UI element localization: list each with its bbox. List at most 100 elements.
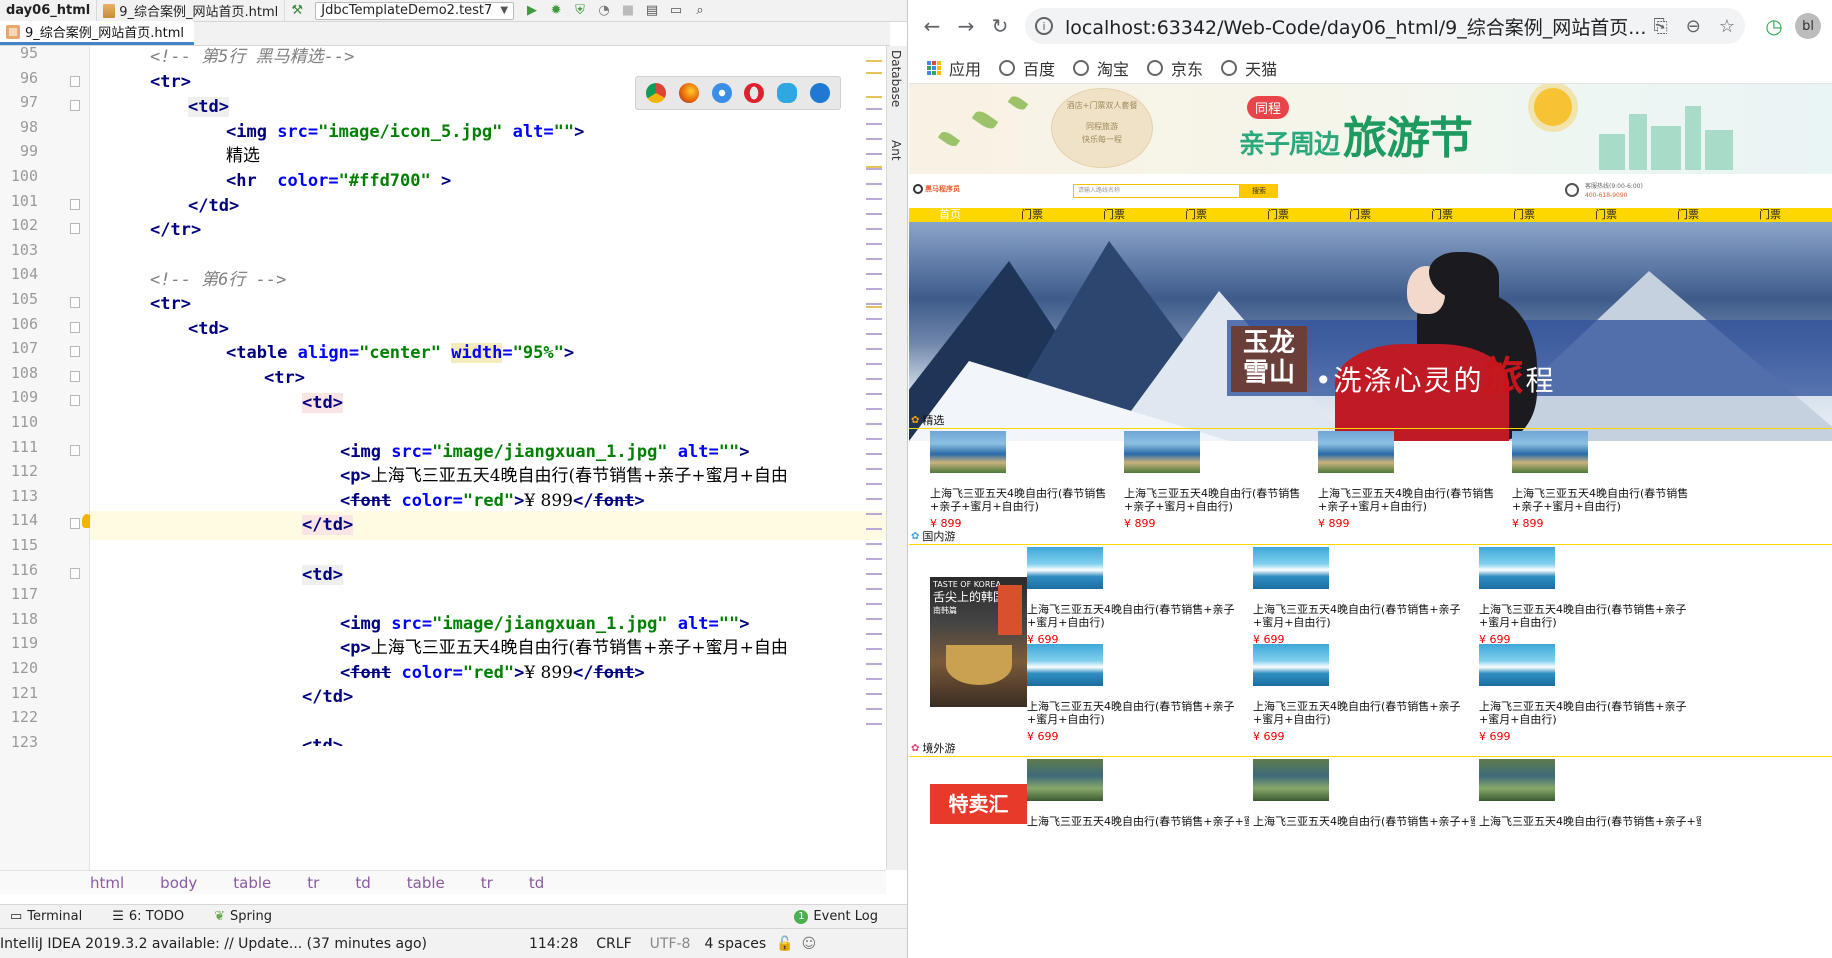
build-hammer-icon[interactable]: ⚒ xyxy=(286,0,308,21)
hero-banner[interactable]: 玉龙雪山 •洗涤心灵的旅程 xyxy=(909,222,1832,441)
terminal-tab[interactable]: ▭ Terminal xyxy=(10,909,82,924)
fold-marker-icon[interactable] xyxy=(70,518,80,530)
bookmark-baidu[interactable]: 百度 xyxy=(999,56,1055,80)
breadcrumb-item[interactable]: body xyxy=(160,874,197,892)
product-title[interactable]: 上海飞三亚五天4晚自由行(春节销售+亲子+蜜月+自由行) xyxy=(1253,700,1475,726)
product-title[interactable]: 上海飞三亚五天4晚自由行(春节销售+亲子+蜜月 xyxy=(1027,815,1249,828)
product-title[interactable]: 上海飞三亚五天4晚自由行(春节销售+亲子+蜜月+自由行) xyxy=(1124,487,1318,513)
nav-item-ticket[interactable]: 门票 xyxy=(1483,208,1565,222)
todo-tab[interactable]: ☰ 6: TODO xyxy=(112,909,184,924)
info-icon[interactable]: i xyxy=(1035,17,1053,35)
run-icon[interactable]: ▶ xyxy=(521,0,543,21)
project-crumb[interactable]: day06_html xyxy=(0,0,98,21)
product-card[interactable]: 上海飞三亚五天4晚自由行(春节销售+亲子+蜜月+自由行) ¥ 699 xyxy=(1479,547,1701,646)
nav-item-ticket[interactable]: 门票 xyxy=(1319,208,1401,222)
safari-icon[interactable] xyxy=(711,83,732,103)
product-image[interactable] xyxy=(1479,547,1555,589)
product-image[interactable] xyxy=(930,431,1006,473)
fold-marker-icon[interactable] xyxy=(70,75,80,87)
bookmark-tmall[interactable]: 天猫 xyxy=(1221,56,1277,80)
ant-tool-tab[interactable]: Ant xyxy=(889,140,903,161)
product-image[interactable] xyxy=(1124,431,1200,473)
bookmark-apps[interactable]: 应用 xyxy=(927,56,981,80)
breadcrumb-item[interactable]: tr xyxy=(481,874,493,892)
profile-icon[interactable]: ◔ xyxy=(593,0,615,21)
forward-arrow-icon[interactable]: → xyxy=(949,9,983,43)
profile-avatar[interactable]: bl xyxy=(1795,13,1821,39)
search-button[interactable]: 搜索 xyxy=(1240,184,1278,198)
nav-home[interactable]: 首页 xyxy=(909,208,991,222)
product-image[interactable] xyxy=(1027,759,1103,801)
nav-item-ticket[interactable]: 门票 xyxy=(1237,208,1319,222)
product-title[interactable]: 上海飞三亚五天4晚自由行(春节销售+亲子+蜜月+自由行) xyxy=(1253,603,1475,629)
product-title[interactable]: 上海飞三亚五天4晚自由行(春节销售+亲子+蜜月 xyxy=(1253,815,1475,828)
product-title[interactable]: 上海飞三亚五天4晚自由行(春节销售+亲子+蜜月+自由行) xyxy=(1512,487,1706,513)
fold-marker-icon[interactable] xyxy=(70,395,80,407)
bookmark-jd[interactable]: 京东 xyxy=(1147,56,1203,80)
nav-item-ticket[interactable]: 门票 xyxy=(1647,208,1729,222)
product-card[interactable]: 上海飞三亚五天4晚自由行(春节销售+亲子+蜜月+自由行) ¥ 899 xyxy=(1318,431,1512,530)
spring-tab[interactable]: ❦ Spring xyxy=(214,909,272,924)
bookmark-star-icon[interactable]: ☆ xyxy=(1719,16,1735,37)
firefox-icon[interactable] xyxy=(678,83,699,103)
breadcrumb-item[interactable]: tr xyxy=(307,874,319,892)
korea-food-ad[interactable]: TASTE OF KOREA 舌尖上的韩国 南韩篇 xyxy=(930,577,1027,707)
bookmark-taobao[interactable]: 淘宝 xyxy=(1073,56,1129,80)
edge-icon[interactable] xyxy=(809,83,830,103)
ie-icon[interactable] xyxy=(776,83,797,103)
back-arrow-icon[interactable]: ← xyxy=(915,9,949,43)
route-search-input[interactable]: 请输入路线名称 xyxy=(1073,184,1240,198)
fold-marker-icon[interactable] xyxy=(70,370,80,382)
address-bar[interactable]: i localhost:63342/Web-Code/day06_html/9_… xyxy=(1025,8,1745,44)
product-title[interactable]: 上海飞三亚五天4晚自由行(春节销售+亲子+蜜月+自由行) xyxy=(1318,487,1512,513)
nav-item-ticket[interactable]: 门票 xyxy=(1401,208,1483,222)
breadcrumb-item[interactable]: table xyxy=(407,874,445,892)
chrome-icon[interactable] xyxy=(646,83,667,103)
product-image[interactable] xyxy=(1027,644,1103,686)
inspector-icon[interactable]: ☺ xyxy=(802,936,817,952)
nav-item-ticket[interactable]: 门票 xyxy=(1729,208,1811,222)
lock-icon[interactable]: 🔓 xyxy=(776,936,793,952)
fold-marker-icon[interactable] xyxy=(70,297,80,308)
fold-marker-icon[interactable] xyxy=(70,223,80,235)
fold-marker-icon[interactable] xyxy=(70,346,80,358)
product-image[interactable] xyxy=(1479,644,1555,686)
product-title[interactable]: 上海飞三亚五天4晚自由行(春节销售+亲子+蜜月+自由行) xyxy=(1479,700,1701,726)
product-card[interactable]: 上海飞三亚五天4晚自由行(春节销售+亲子+蜜月 xyxy=(1479,759,1701,828)
breadcrumb-item[interactable]: td xyxy=(355,874,370,892)
product-card[interactable]: 上海飞三亚五天4晚自由行(春节销售+亲子+蜜月+自由行) ¥ 699 xyxy=(1253,547,1475,646)
stop-icon[interactable]: ■ xyxy=(617,0,639,21)
event-log-tab[interactable]: 1 Event Log xyxy=(794,909,878,924)
product-image[interactable] xyxy=(1318,431,1394,473)
fold-marker-icon[interactable] xyxy=(70,567,80,579)
file-crumb[interactable]: 9_综合案例_网站首页.html xyxy=(97,0,286,21)
caret-position[interactable]: 114:28 xyxy=(529,936,578,952)
top-ad-banner[interactable]: 酒店+门票双人套餐 同程旅游 快乐每一程 同程 亲子周边旅游节 xyxy=(909,84,1832,174)
product-card[interactable]: 上海飞三亚五天4晚自由行(春节销售+亲子+蜜月+自由行) ¥ 899 xyxy=(930,431,1124,530)
project-structure-icon[interactable]: ▤ xyxy=(641,0,663,21)
product-title[interactable]: 上海飞三亚五天4晚自由行(春节销售+亲子+蜜月+自由行) xyxy=(1027,700,1249,726)
translate-icon[interactable]: ⎘ xyxy=(1653,16,1667,37)
nav-item-ticket[interactable]: 门票 xyxy=(1565,208,1647,222)
product-title[interactable]: 上海飞三亚五天4晚自由行(春节销售+亲子+蜜月 xyxy=(1479,815,1701,828)
terminal-window-icon[interactable]: ▭ xyxy=(665,0,687,21)
fold-marker-icon[interactable] xyxy=(70,321,80,333)
product-image[interactable] xyxy=(1253,644,1329,686)
product-image[interactable] xyxy=(1253,759,1329,801)
code-editor[interactable]: <!-- 第5行 黑马精选--> <tr> <td> <img src="ima… xyxy=(90,46,886,870)
extension-timer-icon[interactable]: ◷ xyxy=(1757,9,1791,43)
nav-item-ticket[interactable]: 门票 xyxy=(1155,208,1237,222)
product-card[interactable]: 上海飞三亚五天4晚自由行(春节销售+亲子+蜜月+自由行) ¥ 899 xyxy=(1512,431,1706,530)
breadcrumb-item[interactable]: td xyxy=(529,874,544,892)
indent-setting[interactable]: 4 spaces xyxy=(704,936,766,952)
product-card[interactable]: 上海飞三亚五天4晚自由行(春节销售+亲子+蜜月+自由行) ¥ 699 xyxy=(1027,644,1249,743)
product-title[interactable]: 上海飞三亚五天4晚自由行(春节销售+亲子+蜜月+自由行) xyxy=(1479,603,1701,629)
reload-icon[interactable]: ↻ xyxy=(983,9,1017,43)
product-title[interactable]: 上海飞三亚五天4晚自由行(春节销售+亲子+蜜月+自由行) xyxy=(930,487,1124,513)
debug-icon[interactable]: ✹ xyxy=(545,0,567,21)
fold-marker-icon[interactable] xyxy=(70,100,80,112)
update-message[interactable]: IntelliJ IDEA 2019.3.2 available: // Upd… xyxy=(0,936,427,952)
product-card[interactable]: 上海飞三亚五天4晚自由行(春节销售+亲子+蜜月+自由行) ¥ 699 xyxy=(1479,644,1701,743)
search-everywhere-icon[interactable]: ⌕ xyxy=(689,0,711,21)
product-card[interactable]: 上海飞三亚五天4晚自由行(春节销售+亲子+蜜月+自由行) ¥ 899 xyxy=(1124,431,1318,530)
